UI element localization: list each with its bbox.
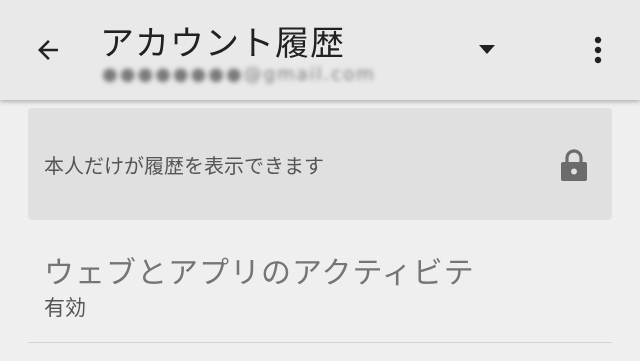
more-vert-icon (594, 36, 602, 64)
privacy-text: 本人だけが履歴を表示できます (44, 154, 324, 178)
page-title: アカウント履歴 (100, 24, 345, 64)
arrow-back-icon (38, 40, 58, 60)
account-email: ●●●●●●●●@gmail.com (102, 64, 376, 85)
web-app-activity-item[interactable]: ウェブとアプリのアクティビテ 有効 (28, 232, 612, 340)
back-button[interactable] (26, 28, 70, 72)
app-bar: アカウント履歴 ●●●●●●●●@gmail.com (0, 0, 640, 100)
account-dropdown-button[interactable] (470, 34, 504, 64)
privacy-card: 本人だけが履歴を表示できます (28, 108, 612, 220)
divider (28, 342, 612, 343)
arrow-drop-down-icon (479, 45, 495, 54)
lock-icon (561, 149, 587, 181)
activity-status: 有効 (44, 296, 86, 320)
more-options-button[interactable] (580, 28, 616, 72)
account-selector[interactable]: ●●●●●●●●@gmail.com (102, 64, 394, 88)
activity-title: ウェブとアプリのアクティビテ (44, 256, 475, 291)
